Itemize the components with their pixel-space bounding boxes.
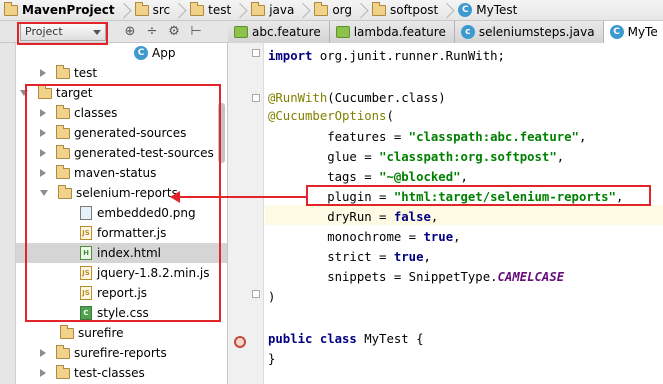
code-line-monochrome: monochrome = true, xyxy=(268,230,461,244)
tree-item-app[interactable]: C App xyxy=(16,43,227,63)
breadcrumb-item-softpost[interactable]: softpost xyxy=(370,0,456,21)
tree-item-test[interactable]: test xyxy=(16,63,227,83)
code-line-cucumberoptions: @CucumberOptions( xyxy=(268,109,394,123)
code-line-features: features = "classpath:abc.feature", xyxy=(268,130,587,144)
folder-icon xyxy=(251,1,266,16)
folder-icon xyxy=(60,324,74,339)
tab-abc-feature[interactable]: abc.feature xyxy=(228,21,330,43)
highlight-box-project-selector xyxy=(17,22,108,45)
editor-gutter xyxy=(228,43,264,384)
breadcrumb-item-mavenproject[interactable]: MavenProject xyxy=(2,0,133,21)
tab-seleniumsteps-java[interactable]: c seleniumsteps.java xyxy=(454,21,604,43)
code-line-runwith: @RunWith(Cucumber.class) xyxy=(268,91,446,105)
code-line-tags: tags = "~@blocked", xyxy=(268,170,468,184)
gear-icon[interactable]: ⚙ xyxy=(166,24,182,40)
tree-item-test-classes[interactable]: test-classes xyxy=(16,363,227,383)
tool-window-strip xyxy=(0,43,16,384)
fold-marker-icon[interactable] xyxy=(252,290,260,298)
target-icon[interactable]: ⊕ xyxy=(122,24,138,40)
fold-marker-icon[interactable] xyxy=(252,94,260,102)
code-line-class-declaration: public class MyTest { xyxy=(268,332,424,346)
code-editor[interactable]: import org.junit.runner.RunWith; @RunWit… xyxy=(228,43,663,384)
code-line-close-paren: ) xyxy=(268,290,276,304)
folder-icon xyxy=(372,1,387,16)
annotation-arrow-line xyxy=(180,196,306,198)
code-line-dryrun: dryRun = false, xyxy=(268,210,439,224)
hide-icon[interactable]: ⊢ xyxy=(188,24,204,40)
tab-mytest[interactable]: C MyTe xyxy=(603,21,663,43)
code-line-glue: glue = "classpath:org.softpost", xyxy=(268,150,565,164)
folder-icon xyxy=(56,344,70,359)
code-line-import: import org.junit.runner.RunWith; xyxy=(268,49,505,63)
tree-item-surefire-reports[interactable]: surefire-reports xyxy=(16,343,227,363)
chevron-right-icon[interactable] xyxy=(40,69,46,77)
class-icon: C xyxy=(458,3,473,17)
breadcrumb-item-org[interactable]: org xyxy=(312,0,370,21)
breadcrumb-item-src[interactable]: src xyxy=(133,0,189,21)
arrow-left-icon xyxy=(170,191,180,203)
chevron-right-icon[interactable] xyxy=(40,349,46,357)
feature-icon xyxy=(234,26,248,38)
tree-item-surefire[interactable]: surefire xyxy=(16,323,227,343)
breadcrumb-item-java[interactable]: java xyxy=(249,0,312,21)
chevron-right-icon[interactable] xyxy=(40,369,46,377)
class-icon: C xyxy=(134,46,148,60)
highlight-box-target-folder xyxy=(25,84,221,322)
run-test-icon[interactable] xyxy=(234,336,246,348)
class-icon: C xyxy=(609,25,624,39)
folder-icon xyxy=(134,1,149,16)
breadcrumb-item-mytest[interactable]: C MyTest xyxy=(456,0,521,21)
code-line-strict: strict = true, xyxy=(268,250,431,264)
code-line-snippets: snippets = SnippetType.CAMELCASE xyxy=(268,270,565,284)
class-icon: c xyxy=(460,25,475,39)
code-line-close-brace: } xyxy=(268,352,276,366)
breadcrumb-item-test[interactable]: test xyxy=(188,0,249,21)
collapse-icon[interactable]: ÷ xyxy=(144,24,160,40)
folder-icon xyxy=(56,364,70,379)
highlight-box-plugin-line xyxy=(306,185,651,206)
tab-lambda-feature[interactable]: lambda.feature xyxy=(329,21,455,43)
fold-marker-icon[interactable] xyxy=(252,49,260,57)
editor-tabs: abc.feature lambda.feature c seleniumstep… xyxy=(228,21,663,43)
navigation-breadcrumb: MavenProject src test java org softpost … xyxy=(0,0,663,21)
folder-icon xyxy=(190,1,205,16)
feature-icon xyxy=(335,26,350,38)
folder-icon xyxy=(4,1,18,16)
folder-icon xyxy=(314,1,329,16)
folder-icon xyxy=(56,64,70,79)
